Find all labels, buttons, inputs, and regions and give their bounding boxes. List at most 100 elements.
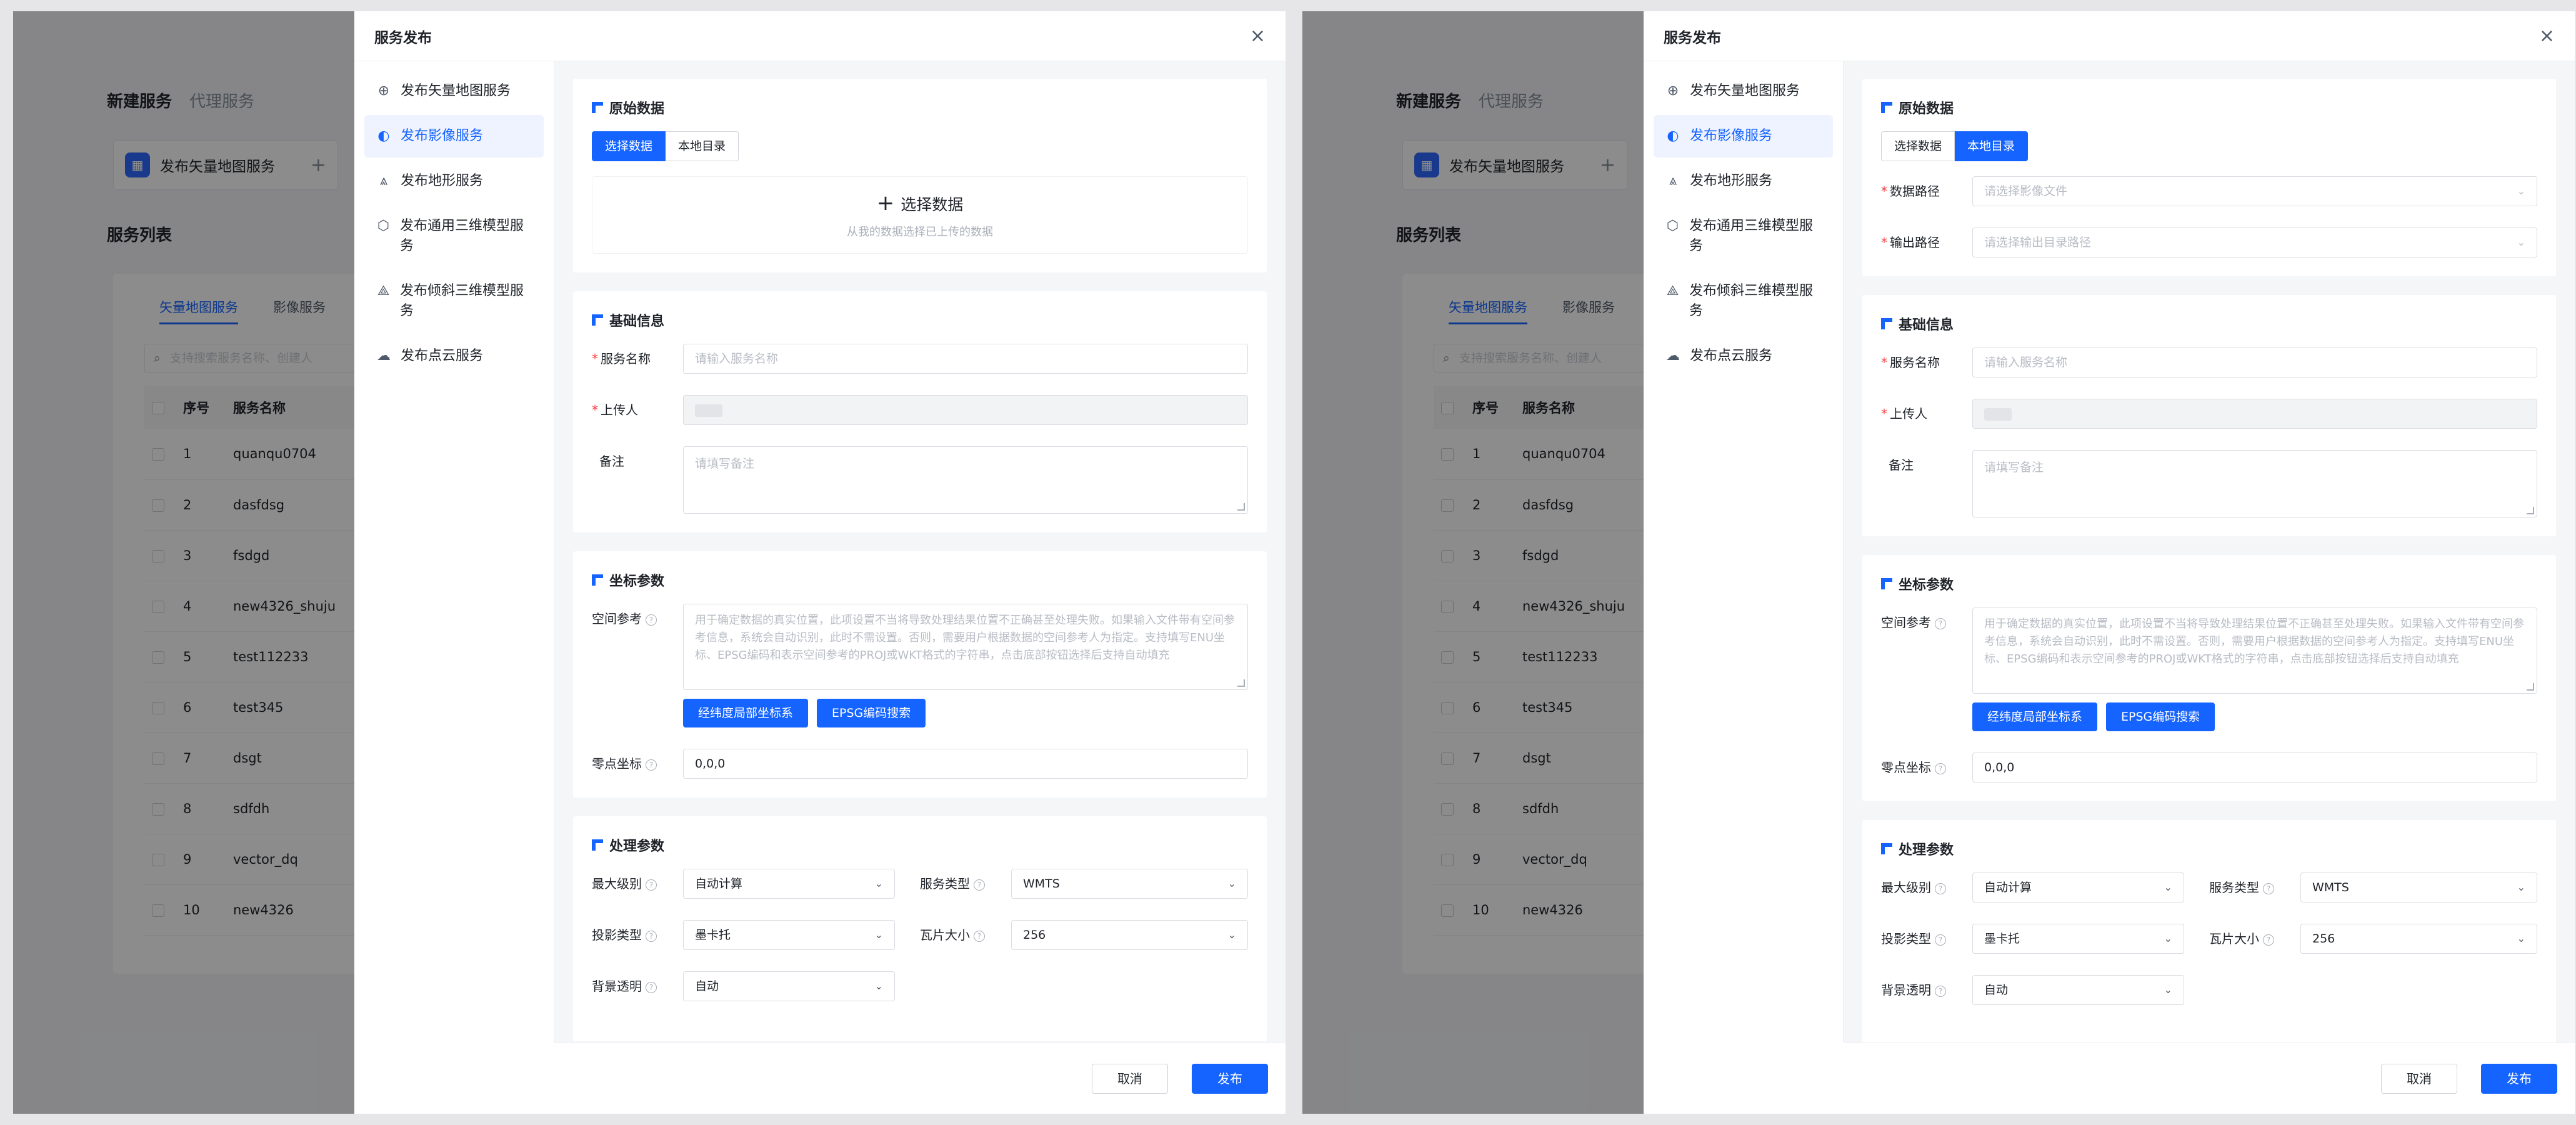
service-type-select[interactable]: WMTS ⌄ (1011, 869, 1248, 899)
nav-terrain-service[interactable]: ⩓ 发布地形服务 (1654, 160, 1833, 202)
nav-label: 发布矢量地图服务 (1690, 83, 1800, 99)
service-name-input[interactable]: 请输入服务名称 (1972, 348, 2537, 378)
output-path-select[interactable]: 请选择输出目录路径 ⌄ (1972, 228, 2537, 258)
select-value: 256 (1023, 928, 1046, 942)
cube-icon: ⬡ (1666, 218, 1679, 234)
tile-size-select[interactable]: 256 ⌄ (2300, 924, 2537, 954)
epsg-search-button[interactable]: EPSG编码搜索 (2106, 702, 2215, 731)
nav-label: 发布倾斜三维模型服务 (1689, 283, 1814, 319)
chevron-down-icon: ⌄ (2517, 185, 2525, 197)
help-icon[interactable]: ? (646, 930, 657, 942)
note-label: 备注 (599, 454, 624, 469)
help-icon[interactable]: ? (1935, 762, 1946, 774)
section-title: 原始数据 (1899, 101, 1954, 117)
section-title: 基础信息 (609, 314, 665, 329)
service-type-label: 服务类型 (2209, 880, 2259, 895)
select-value: 自动计算 (695, 877, 743, 891)
seg-select-data[interactable]: 选择数据 (1881, 131, 1955, 161)
section-processing: 处理参数 最大级别? 自动计算 ⌄ 服务类型? WMTS ⌄ 投影类型? 墨卡托 ⌄ 瓦片大… (573, 816, 1267, 1041)
projection-label: 投影类型 (1881, 931, 1931, 946)
publish-button[interactable]: 发布 (2481, 1063, 2557, 1094)
help-icon[interactable]: ? (974, 879, 985, 891)
close-icon[interactable]: × (1250, 25, 1266, 47)
seg-select-data[interactable]: 选择数据 (592, 131, 666, 161)
chevron-down-icon: ⌄ (874, 980, 883, 992)
local-coord-button[interactable]: 经纬度局部坐标系 (1972, 702, 2098, 731)
modal-footer: 取消 发布 (554, 1042, 1286, 1114)
nav-label: 发布通用三维模型服务 (1689, 218, 1814, 254)
section-title: 处理参数 (1899, 842, 1954, 858)
note-textarea[interactable]: 请填写备注 (683, 446, 1248, 514)
nav-vector-service[interactable]: ⊕ 发布矢量地图服务 (1654, 70, 1833, 112)
select-data-dropzone[interactable]: + 选择数据 从我的数据选择已上传的数据 (592, 176, 1248, 254)
help-icon[interactable]: ? (2263, 934, 2274, 946)
seg-local-dir[interactable]: 本地目录 (666, 131, 739, 161)
bg-transparent-select[interactable]: 自动 ⌄ (1972, 975, 2184, 1005)
modal-title: 服务发布 (374, 29, 432, 46)
note-textarea[interactable]: 请填写备注 (1972, 450, 2537, 518)
publish-modal: 服务发布 × ⊕ 发布矢量地图服务 ◐ 发布影像服务 ⩓ 发布地形服务 ⬡ 发布通用三维… (1644, 11, 2575, 1114)
origin-input[interactable]: 0,0,0 (683, 749, 1248, 779)
nav-3d-model-service[interactable]: ⬡ 发布通用三维模型服务 (364, 205, 544, 268)
tilt-model-icon: ⟁ (377, 283, 390, 299)
nav-vector-service[interactable]: ⊕ 发布矢量地图服务 (364, 70, 544, 112)
origin-input[interactable]: 0,0,0 (1972, 752, 2537, 782)
origin-label: 零点坐标 (592, 756, 642, 771)
globe-icon: ⊕ (1667, 83, 1679, 99)
nav-point-cloud-service[interactable]: ☁ 发布点云服务 (364, 335, 544, 378)
cancel-button[interactable]: 取消 (1092, 1063, 1168, 1094)
nav-oblique-model-service[interactable]: ⟁ 发布倾斜三维模型服务 (1654, 270, 1833, 332)
epsg-search-button[interactable]: EPSG编码搜索 (817, 699, 926, 728)
help-icon[interactable]: ? (646, 981, 657, 993)
nav-3d-model-service[interactable]: ⬡ 发布通用三维模型服务 (1654, 205, 1833, 268)
nav-image-service[interactable]: ◐ 发布影像服务 (1654, 115, 1833, 158)
projection-select[interactable]: 墨卡托 ⌄ (1972, 924, 2184, 954)
publish-button[interactable]: 发布 (1192, 1063, 1268, 1094)
select-placeholder: 请选择输出目录路径 (1984, 236, 2092, 249)
source-mode-toggle: 选择数据 本地目录 (592, 131, 1248, 161)
nav-terrain-service[interactable]: ⩓ 发布地形服务 (364, 160, 544, 202)
help-icon[interactable]: ? (974, 930, 985, 942)
section-marker-icon (592, 314, 603, 326)
help-icon[interactable]: ? (1935, 882, 1946, 894)
help-icon[interactable]: ? (2263, 882, 2274, 894)
select-value: 墨卡托 (1984, 932, 2020, 946)
help-icon[interactable]: ? (1935, 934, 1946, 946)
spatial-ref-textarea[interactable]: 用于确定数据的真实位置，此项设置不当将导致处理结果位置不正确甚至处理失败。如果输… (683, 604, 1248, 690)
chevron-down-icon: ⌄ (2164, 984, 2172, 996)
section-source-data: 原始数据 选择数据 本地目录 * 数据路径 请选择影像文件 ⌄ * 输出路径 请选择输出目… (1862, 79, 2556, 276)
data-path-select[interactable]: 请选择影像文件 ⌄ (1972, 176, 2537, 206)
max-level-select[interactable]: 自动计算 ⌄ (683, 869, 895, 899)
select-value: 256 (2312, 932, 2335, 946)
section-basic-info: 基础信息 * 服务名称 请输入服务名称 * 上传人 备注 请填写备注 (1862, 295, 2556, 536)
local-coord-button[interactable]: 经纬度局部坐标系 (683, 699, 809, 728)
seg-local-dir[interactable]: 本地目录 (1955, 131, 2029, 161)
nav-oblique-model-service[interactable]: ⟁ 发布倾斜三维模型服务 (364, 270, 544, 332)
nav-point-cloud-service[interactable]: ☁ 发布点云服务 (1654, 335, 1833, 378)
cancel-button[interactable]: 取消 (2381, 1063, 2457, 1094)
service-name-input[interactable]: 请输入服务名称 (683, 344, 1248, 374)
chevron-down-icon: ⌄ (2517, 932, 2525, 944)
spatial-ref-label: 空间参考 (592, 611, 642, 626)
help-icon[interactable]: ? (646, 759, 657, 771)
cloud-icon: ☁ (1666, 348, 1680, 364)
tile-size-select[interactable]: 256 ⌄ (1011, 920, 1248, 950)
image-globe-icon: ◐ (377, 128, 390, 144)
spatial-ref-label: 空间参考 (1881, 615, 1931, 630)
projection-select[interactable]: 墨卡托 ⌄ (683, 920, 895, 950)
uploader-field (683, 395, 1248, 425)
max-level-select[interactable]: 自动计算 ⌄ (1972, 872, 2184, 902)
help-icon[interactable]: ? (1935, 618, 1946, 629)
close-icon[interactable]: × (2539, 25, 2555, 47)
spatial-ref-textarea[interactable]: 用于确定数据的真实位置，此项设置不当将导致处理结果位置不正确甚至处理失败。如果输… (1972, 608, 2537, 694)
nav-image-service[interactable]: ◐ 发布影像服务 (364, 115, 544, 158)
section-marker-icon (1881, 102, 1892, 113)
chevron-down-icon: ⌄ (874, 929, 883, 941)
service-type-select[interactable]: WMTS ⌄ (2300, 872, 2537, 902)
help-icon[interactable]: ? (646, 614, 657, 626)
section-marker-icon (1881, 843, 1892, 854)
bg-transparent-select[interactable]: 自动 ⌄ (683, 971, 895, 1001)
help-icon[interactable]: ? (646, 879, 657, 891)
terrain-icon: ⩓ (379, 173, 388, 189)
help-icon[interactable]: ? (1935, 985, 1946, 997)
